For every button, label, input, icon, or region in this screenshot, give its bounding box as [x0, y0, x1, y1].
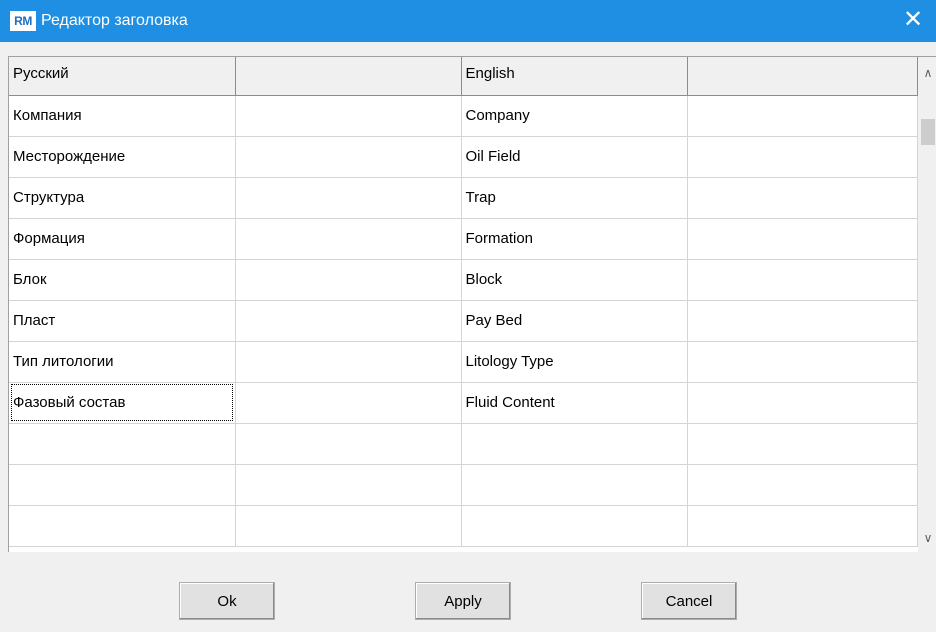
- table-cell[interactable]: Company: [461, 95, 688, 137]
- table-cell[interactable]: Formation: [461, 218, 688, 260]
- table-cell[interactable]: Oil Field: [461, 136, 688, 178]
- scroll-thumb[interactable]: [921, 119, 935, 145]
- table-cell[interactable]: [235, 177, 462, 219]
- table-row: Формация Formation: [9, 218, 918, 260]
- table-cell[interactable]: [687, 341, 918, 383]
- table-cell[interactable]: Trap: [461, 177, 688, 219]
- column-header-english[interactable]: English: [461, 57, 688, 96]
- table-row: Месторождение Oil Field: [9, 136, 918, 178]
- table-cell[interactable]: Block: [461, 259, 688, 301]
- table-cell[interactable]: Компания: [9, 95, 236, 137]
- table-cell[interactable]: [235, 464, 462, 506]
- table-row: Фазовый состав Fluid Content: [9, 382, 918, 424]
- table-cell[interactable]: [461, 423, 688, 465]
- scroll-up-arrow-icon[interactable]: ∧: [918, 63, 936, 83]
- table-cell[interactable]: [687, 423, 918, 465]
- table-row: [9, 505, 918, 547]
- table-cell[interactable]: [687, 218, 918, 260]
- table-cell[interactable]: [687, 95, 918, 137]
- close-button[interactable]: ✕: [890, 0, 936, 42]
- table-cell[interactable]: Структура: [9, 177, 236, 219]
- table-cell[interactable]: Тип литологии: [9, 341, 236, 383]
- table-cell[interactable]: [687, 136, 918, 178]
- apply-button[interactable]: Apply: [415, 582, 511, 620]
- header-table: Русский English Компания Company Месторожд…: [9, 57, 918, 547]
- table-cell[interactable]: [687, 505, 918, 547]
- table-cell[interactable]: [687, 464, 918, 506]
- table-row: Пласт Pay Bed: [9, 300, 918, 342]
- table-row: [9, 464, 918, 506]
- scroll-down-arrow-icon[interactable]: ∨: [918, 528, 936, 548]
- table-cell[interactable]: [687, 300, 918, 342]
- table-row: Блок Block: [9, 259, 918, 301]
- table-cell[interactable]: Пласт: [9, 300, 236, 342]
- ok-button[interactable]: Ok: [179, 582, 275, 620]
- table-cell[interactable]: [687, 382, 918, 424]
- header-grid: Русский English Компания Company Месторожд…: [8, 56, 936, 552]
- table-cell[interactable]: [235, 136, 462, 178]
- table-row: Тип литологии Litology Type: [9, 341, 918, 383]
- table-row: Компания Company: [9, 95, 918, 137]
- table-cell[interactable]: [687, 259, 918, 301]
- table-cell[interactable]: Pay Bed: [461, 300, 688, 342]
- table-cell[interactable]: [235, 505, 462, 547]
- table-row: Структура Trap: [9, 177, 918, 219]
- table-cell[interactable]: Формация: [9, 218, 236, 260]
- table-cell[interactable]: [687, 177, 918, 219]
- table-row: [9, 423, 918, 465]
- table-cell[interactable]: [235, 300, 462, 342]
- table-cell[interactable]: [235, 259, 462, 301]
- table-cell[interactable]: [9, 464, 236, 506]
- table-cell[interactable]: Блок: [9, 259, 236, 301]
- table-cell[interactable]: [9, 505, 236, 547]
- table-cell[interactable]: [235, 218, 462, 260]
- table-cell[interactable]: [9, 423, 236, 465]
- table-cell[interactable]: [235, 341, 462, 383]
- table-cell[interactable]: [461, 464, 688, 506]
- table-cell[interactable]: [235, 95, 462, 137]
- table-cell[interactable]: Месторождение: [9, 136, 236, 178]
- cancel-button[interactable]: Cancel: [641, 582, 737, 620]
- table-cell[interactable]: [461, 505, 688, 547]
- column-header-blank-1[interactable]: [235, 57, 462, 96]
- vertical-scrollbar[interactable]: ∧ ∨: [918, 57, 936, 552]
- app-logo-icon: RM: [10, 11, 36, 31]
- table-cell[interactable]: Fluid Content: [461, 382, 688, 424]
- table-header-row: Русский English: [9, 57, 918, 96]
- table-cell[interactable]: [235, 423, 462, 465]
- window-title: Редактор заголовка: [41, 12, 188, 29]
- title-bar: RM Редактор заголовка ✕: [0, 0, 936, 42]
- table-cell[interactable]: Фазовый состав: [9, 382, 236, 424]
- column-header-blank-2[interactable]: [687, 57, 918, 96]
- table-cell[interactable]: [235, 382, 462, 424]
- table-cell[interactable]: Litology Type: [461, 341, 688, 383]
- column-header-russian[interactable]: Русский: [9, 57, 236, 96]
